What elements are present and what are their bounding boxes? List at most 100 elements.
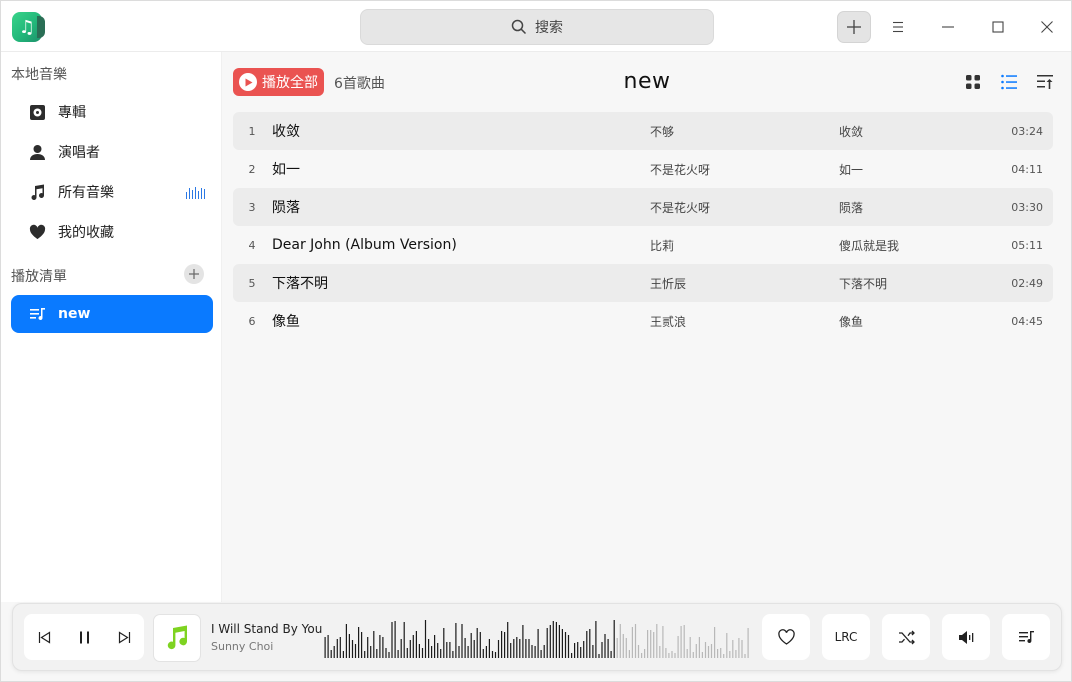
sidebar-item-label: 演唱者 xyxy=(58,145,100,161)
waveform-bar xyxy=(324,637,326,658)
waveform-bar xyxy=(583,641,585,658)
previous-button[interactable] xyxy=(29,622,59,652)
close-icon xyxy=(1041,21,1053,33)
waveform-bar xyxy=(686,649,688,658)
waveform-bar xyxy=(488,639,490,658)
maximize-button[interactable] xyxy=(981,11,1015,43)
waveform-bar xyxy=(558,625,560,658)
add-button[interactable] xyxy=(837,11,871,43)
waveform-bar xyxy=(467,646,469,658)
sidebar-item-playlist-new[interactable]: new xyxy=(11,295,213,333)
sidebar-item-favorites[interactable]: 我的收藏 xyxy=(11,213,213,251)
waveform-bar xyxy=(674,653,676,658)
track-album: 傻瓜就是我 xyxy=(839,238,900,253)
waveform-bar xyxy=(647,630,649,658)
waveform-bar xyxy=(403,622,405,658)
waveform-bar xyxy=(476,628,478,658)
track-duration: 03:30 xyxy=(1011,200,1043,214)
play-queue-button[interactable] xyxy=(1002,614,1050,660)
waveform-bar xyxy=(595,621,597,658)
track-duration: 02:49 xyxy=(1011,276,1043,290)
waveform-bar xyxy=(564,632,567,658)
track-album: 收敛 xyxy=(839,124,864,139)
waveform-bar xyxy=(738,638,740,658)
waveform-bar xyxy=(348,634,350,658)
waveform-bar xyxy=(726,633,728,658)
album-cover[interactable] xyxy=(153,614,201,662)
menu-button[interactable] xyxy=(881,11,915,43)
waveform-bar xyxy=(461,624,463,658)
search-input[interactable]: 搜索 xyxy=(360,9,714,45)
lyrics-button[interactable]: LRC xyxy=(822,614,870,660)
waveform-bar xyxy=(446,642,448,658)
table-row[interactable]: 3 陨落 不是花火呀 陨落 03:30 xyxy=(233,188,1053,226)
waveform-bar xyxy=(653,632,655,658)
waveform-bar xyxy=(373,631,375,658)
waveform-bar xyxy=(552,621,554,658)
waveform-bar xyxy=(717,649,719,658)
waveform-bar xyxy=(482,649,484,658)
table-row[interactable]: 1 收敛 不够 收敛 03:24 xyxy=(233,112,1053,150)
waveform-progress[interactable] xyxy=(324,614,750,658)
app-window: ♫ 搜索 本地音樂 專輯 演唱者 所有音樂 我的收藏 播放清單 new 播放全部… xyxy=(0,0,1072,682)
waveform-bar xyxy=(637,645,640,658)
waveform-bar xyxy=(424,620,427,658)
waveform-bar xyxy=(692,652,694,658)
volume-button[interactable] xyxy=(942,614,990,660)
table-row[interactable]: 4 Dear John (Album Version) 比莉 傻瓜就是我 05:… xyxy=(233,226,1053,264)
sidebar-item-singer[interactable]: 演唱者 xyxy=(11,133,213,171)
playlist-icon xyxy=(1018,630,1034,643)
table-row[interactable]: 6 像鱼 王贰浪 像鱼 04:45 xyxy=(233,302,1053,340)
table-row[interactable]: 2 如一 不是花火呀 如一 04:11 xyxy=(233,150,1053,188)
waveform-bar xyxy=(415,631,417,658)
waveform-bar xyxy=(379,635,381,658)
close-button[interactable] xyxy=(1030,11,1064,43)
waveform-bar xyxy=(577,642,579,658)
track-number: 5 xyxy=(248,276,256,290)
waveform-bar xyxy=(650,630,652,658)
waveform-bar xyxy=(412,635,414,658)
waveform-bar xyxy=(571,653,573,658)
waveform-bar xyxy=(449,642,451,658)
sort-button[interactable] xyxy=(1036,73,1054,91)
list-view-button[interactable] xyxy=(1000,73,1018,91)
next-button[interactable] xyxy=(109,622,139,652)
waveform-bar xyxy=(680,626,682,658)
waveform-bar xyxy=(458,646,460,658)
waveform-bar xyxy=(406,648,408,658)
table-row[interactable]: 5 下落不明 王忻辰 下落不明 02:49 xyxy=(233,264,1053,302)
add-playlist-button[interactable] xyxy=(184,264,204,284)
waveform-bar xyxy=(537,629,539,658)
waveform-bar xyxy=(522,625,524,658)
pause-button[interactable] xyxy=(69,622,99,652)
minimize-button[interactable] xyxy=(931,11,965,43)
waveform-bar xyxy=(613,620,615,658)
waveform-bar xyxy=(543,645,545,658)
waveform-bar xyxy=(434,635,436,658)
album-icon xyxy=(30,104,45,120)
waveform-bar xyxy=(327,635,329,658)
track-artist: 王忻辰 xyxy=(650,276,687,291)
sidebar-item-all-music[interactable]: 所有音樂 xyxy=(11,173,213,211)
waveform-bar xyxy=(534,646,536,658)
waveform-bar xyxy=(497,640,500,658)
previous-icon xyxy=(38,630,50,644)
favorite-button[interactable] xyxy=(762,614,810,660)
waveform-bar xyxy=(677,636,679,658)
waveform-bar xyxy=(330,650,332,658)
waveform-bar xyxy=(431,646,433,658)
waveform-bar xyxy=(641,653,643,658)
sidebar-item-album[interactable]: 專輯 xyxy=(11,93,213,131)
shuffle-button[interactable] xyxy=(882,614,930,660)
waveform-bar xyxy=(586,631,588,658)
waveform-bar xyxy=(455,623,457,658)
grid-view-button[interactable] xyxy=(964,73,982,91)
track-album: 如一 xyxy=(839,162,864,177)
waveform-bar xyxy=(744,654,746,658)
waveform-bar xyxy=(494,652,497,658)
waveform-bar xyxy=(634,624,637,658)
waveform-bar xyxy=(729,651,731,658)
waveform-bar xyxy=(698,637,700,658)
waveform-bar xyxy=(701,652,703,658)
waveform-bar xyxy=(683,625,685,658)
